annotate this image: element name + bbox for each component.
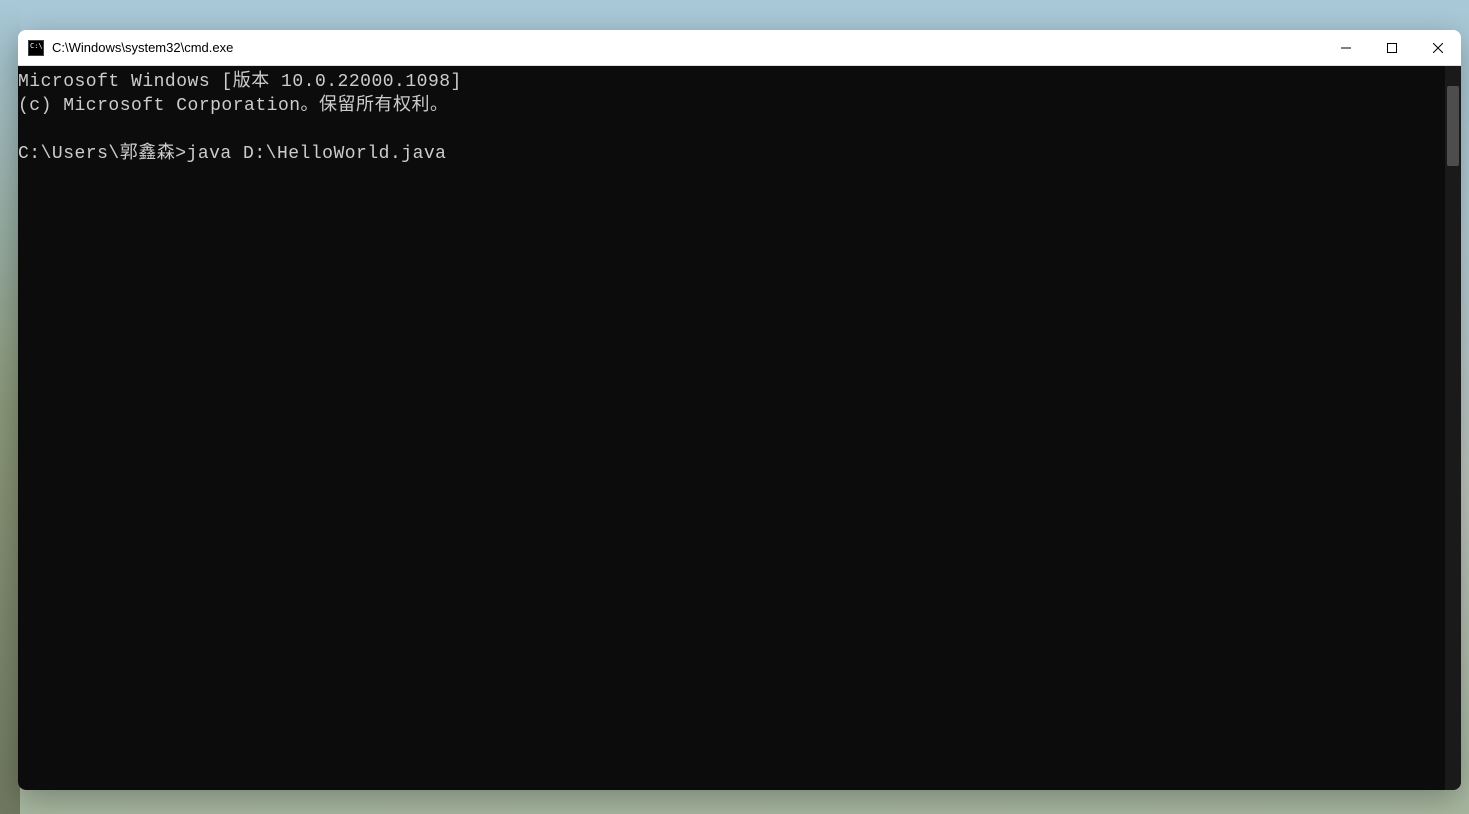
terminal-output-line: (c) Microsoft Corporation。保留所有权利。: [18, 94, 1445, 118]
close-icon: [1433, 43, 1443, 53]
maximize-button[interactable]: [1369, 30, 1415, 65]
terminal-prompt-line: C:\Users\郭鑫森>java D:\HelloWorld.java: [18, 142, 1445, 166]
cmd-window: C:\Windows\system32\cmd.exe Micr: [18, 30, 1461, 790]
terminal-area[interactable]: Microsoft Windows [版本 10.0.22000.1098](c…: [18, 66, 1461, 790]
terminal-command-input[interactable]: java D:\HelloWorld.java: [187, 142, 447, 166]
scrollbar-thumb[interactable]: [1447, 86, 1459, 166]
terminal-output-line: Microsoft Windows [版本 10.0.22000.1098]: [18, 70, 1445, 94]
titlebar[interactable]: C:\Windows\system32\cmd.exe: [18, 30, 1461, 66]
minimize-icon: [1341, 43, 1351, 53]
window-controls: [1323, 30, 1461, 65]
cmd-icon: [28, 40, 44, 56]
minimize-button[interactable]: [1323, 30, 1369, 65]
maximize-icon: [1387, 43, 1397, 53]
scrollbar-track[interactable]: [1445, 66, 1461, 790]
close-button[interactable]: [1415, 30, 1461, 65]
terminal-prompt: C:\Users\郭鑫森>: [18, 142, 187, 166]
window-title: C:\Windows\system32\cmd.exe: [52, 40, 233, 55]
desktop-background: [0, 0, 20, 814]
terminal-content[interactable]: Microsoft Windows [版本 10.0.22000.1098](c…: [18, 66, 1445, 790]
terminal-blank-line: [18, 118, 1445, 142]
